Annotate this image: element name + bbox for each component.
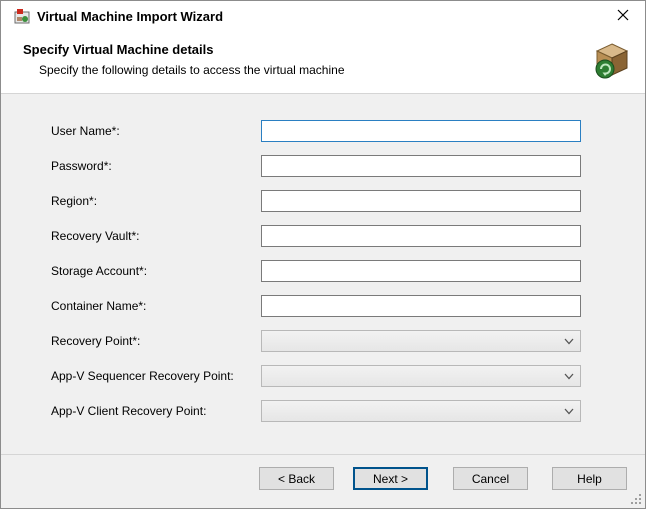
app-icon <box>14 9 30 25</box>
field-label: Password*: <box>51 159 261 173</box>
form-row-recovery-vault: Recovery Vault*: <box>51 225 581 247</box>
cancel-button[interactable]: Cancel <box>453 467 528 490</box>
appv-client-recovery-point-select[interactable] <box>261 400 581 422</box>
form-row-appv-sequencer-recovery-point: App-V Sequencer Recovery Point: <box>51 365 581 387</box>
wizard-package-icon <box>591 42 631 82</box>
field-label: App-V Sequencer Recovery Point: <box>51 369 261 383</box>
form-row-storage-account: Storage Account*: <box>51 260 581 282</box>
form-row-container-name: Container Name*: <box>51 295 581 317</box>
window-title: Virtual Machine Import Wizard <box>37 9 223 24</box>
close-button[interactable] <box>600 1 645 32</box>
recovery-point-select[interactable] <box>261 330 581 352</box>
username-input[interactable] <box>261 120 581 142</box>
field-label: Storage Account*: <box>51 264 261 278</box>
close-icon <box>617 9 629 24</box>
page-subtitle: Specify the following details to access … <box>39 63 625 77</box>
help-button[interactable]: Help <box>552 467 627 490</box>
field-label: Container Name*: <box>51 299 261 313</box>
storage-account-input[interactable] <box>261 260 581 282</box>
form-row-user-name: User Name*: <box>51 120 581 142</box>
field-label: Recovery Vault*: <box>51 229 261 243</box>
next-button[interactable]: Next > <box>353 467 428 490</box>
field-label: Region*: <box>51 194 261 208</box>
chevron-down-icon <box>564 408 574 415</box>
field-label: Recovery Point*: <box>51 334 261 348</box>
region-input[interactable] <box>261 190 581 212</box>
container-name-input[interactable] <box>261 295 581 317</box>
form-row-password: Password*: <box>51 155 581 177</box>
page-title: Specify Virtual Machine details <box>23 42 625 57</box>
form-area: User Name*: Password*: Region*: Recovery… <box>1 94 645 454</box>
virtual-machine-import-wizard-dialog: Virtual Machine Import Wizard Specify Vi… <box>0 0 646 509</box>
recovery-vault-input[interactable] <box>261 225 581 247</box>
password-input[interactable] <box>261 155 581 177</box>
resize-grip[interactable] <box>629 492 642 505</box>
form-row-appv-client-recovery-point: App-V Client Recovery Point: <box>51 400 581 422</box>
appv-sequencer-recovery-point-select[interactable] <box>261 365 581 387</box>
titlebar: Virtual Machine Import Wizard <box>1 1 645 32</box>
back-button[interactable]: < Back <box>259 467 334 490</box>
field-label: App-V Client Recovery Point: <box>51 404 261 418</box>
form-row-recovery-point: Recovery Point*: <box>51 330 581 352</box>
form-row-region: Region*: <box>51 190 581 212</box>
wizard-header: Specify Virtual Machine details Specify … <box>1 32 645 94</box>
chevron-down-icon <box>564 373 574 380</box>
chevron-down-icon <box>564 338 574 345</box>
footer-button-bar: < Back Next > Cancel Help <box>1 454 645 508</box>
field-label: User Name*: <box>51 124 261 138</box>
